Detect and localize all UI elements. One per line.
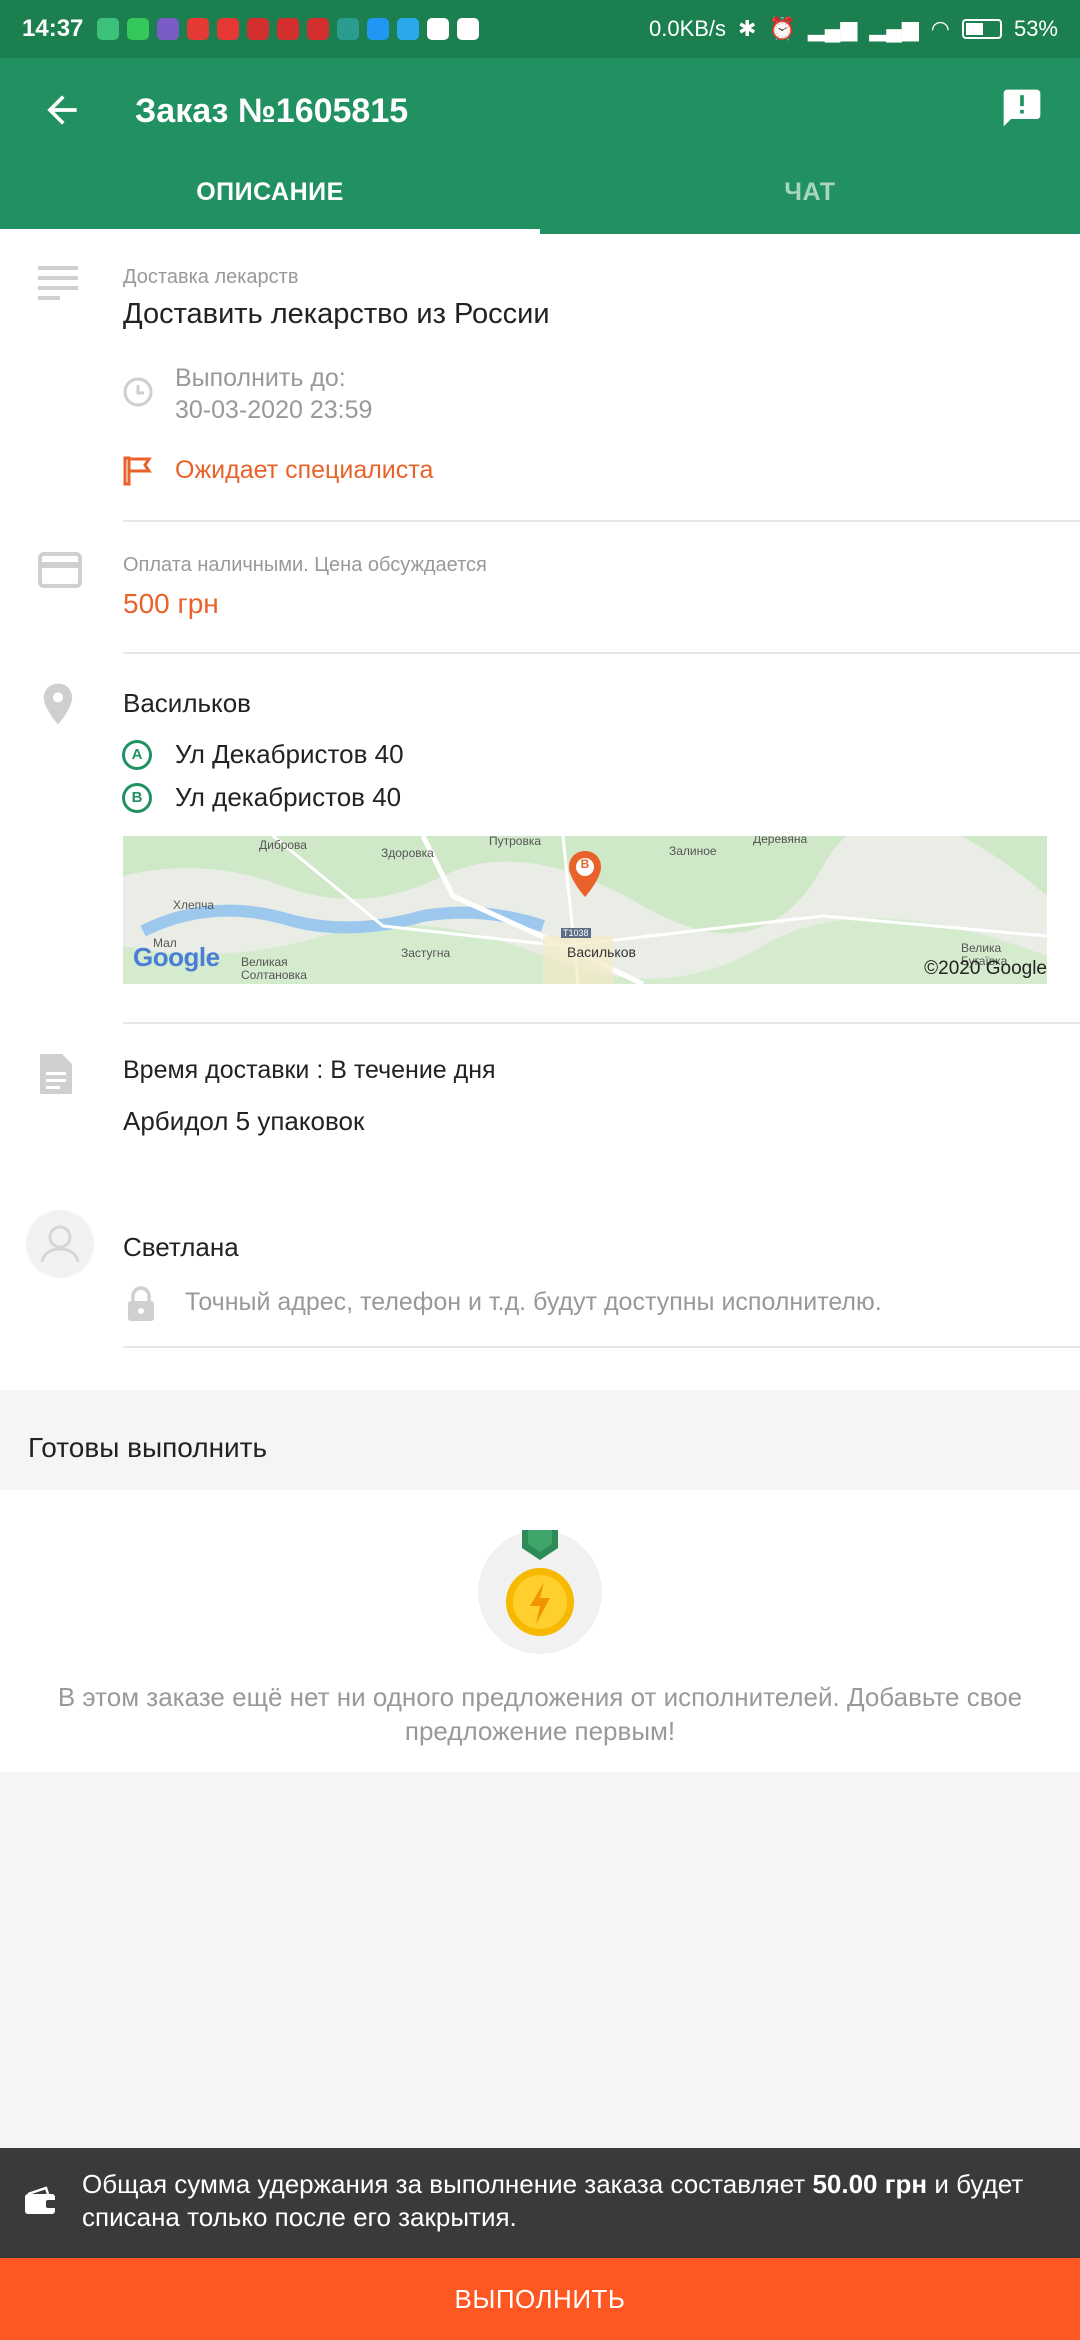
status-bar: 14:37 0.0KB/s ✱ ⏰ ▂▄▆ ▂▄▆ ◠ 53% [0, 0, 1080, 58]
status-time: 14:37 [22, 15, 84, 42]
ready-section-header: Готовы выполнить [0, 1390, 1080, 1490]
notification-icons [97, 18, 480, 40]
report-icon[interactable] [1000, 86, 1044, 130]
customer-name: Светлана [123, 1232, 239, 1262]
order-description: Арбидол 5 упаковок [123, 1106, 365, 1136]
flag-status-icon [123, 456, 152, 486]
back-arrow-icon[interactable] [40, 88, 84, 132]
empty-offers-message: В этом заказе ещё нет ни одного предложе… [57, 1682, 1023, 1746]
point-a-address: Ул Декабристов 40 [175, 739, 404, 769]
battery-icon [961, 19, 1002, 39]
hold-notice-text: Общая сумма удержания за выполнение зака… [82, 2168, 1062, 2234]
tab-bar: ОПИСАНИЕ ЧАТ [0, 158, 1080, 234]
location-pin-icon [43, 683, 73, 725]
map-place-label: Застугна [401, 946, 451, 960]
clock-icon [123, 377, 153, 407]
description-lines-icon [38, 266, 78, 300]
medal-icon [478, 1530, 602, 1654]
offers-empty-state: В этом заказе ещё нет ни одного предложе… [0, 1490, 1080, 1772]
cloud-notification-icon [367, 18, 390, 40]
pinterest-notification-icon [307, 18, 330, 40]
map-place-label: Здоровка [381, 846, 434, 860]
order-city: Васильков [123, 688, 251, 718]
lock-icon [128, 1286, 154, 1321]
telegram-notification-icon [397, 18, 420, 40]
tab-chat[interactable]: ЧАТ [540, 158, 1080, 234]
network-speed: 0.0KB/s [648, 16, 727, 41]
youtube-notification-icon [217, 18, 240, 40]
deadline-label: Выполнить до: [175, 364, 346, 392]
order-details-card: Доставка лекарств Доставить лекарство из… [0, 234, 1080, 1390]
route-map[interactable]: Диброва Здоровка Путровка Залиноe Деревя… [123, 836, 1047, 984]
private-info-note: Точный адрес, телефон и т.д. будут досту… [185, 1288, 882, 1316]
app-bar: Заказ №1605815 ОПИСАНИЕ ЧАТ [0, 58, 1080, 234]
divider [123, 520, 1080, 522]
point-b-address: Ул декабристов 40 [175, 782, 402, 812]
credit-card-icon [38, 552, 82, 588]
deadline-value: 30-03-2020 23:59 [175, 396, 373, 424]
pinterest-notification-icon [277, 18, 300, 40]
app-notification-icon [427, 18, 450, 40]
app-notification-icon [337, 18, 360, 40]
ready-section-title: Готовы выполнить [28, 1432, 268, 1463]
map-place-label: Деревяна [753, 836, 808, 846]
hold-notice-bar: Общая сумма удержания за выполнение зака… [0, 2148, 1080, 2258]
alarm-icon: ⏰ [768, 16, 796, 41]
document-icon [40, 1054, 72, 1094]
order-price: 500 грн [123, 588, 219, 619]
hold-text-before: Общая сумма удержания за выполнение зака… [82, 2169, 813, 2199]
wallet-icon [25, 2186, 56, 2214]
order-category: Доставка лекарств [123, 266, 299, 288]
signal-icon: ▂▄▆ [807, 16, 858, 41]
viber-notification-icon [157, 18, 180, 40]
avatar [26, 1210, 94, 1278]
map-place-label: Великая Солтановка [241, 955, 307, 982]
map-road-label: T1038 [561, 928, 591, 938]
youtube-notification-icon [187, 18, 210, 40]
payment-label: Оплата наличными. Цена обсуждается [123, 554, 487, 576]
tab-description[interactable]: ОПИСАНИЕ [0, 158, 540, 234]
divider [123, 1346, 1080, 1348]
phone-notification-icon [127, 18, 150, 40]
pinterest-notification-icon [247, 18, 270, 40]
divider [123, 1022, 1080, 1024]
battery-percent: 53% [1013, 16, 1058, 41]
map-pin-label: B [580, 857, 590, 871]
hold-amount: 50.00 грн [812, 2169, 928, 2199]
delivery-time: Время доставки : В течение дня [123, 1056, 496, 1084]
page-title: Заказ №1605815 [135, 92, 409, 130]
app-notification-icon [457, 18, 480, 40]
map-copyright: ©2020 Google [924, 958, 1047, 979]
map-place-label: Диброва [259, 838, 307, 852]
app-notification-icon [97, 18, 120, 40]
divider [123, 652, 1080, 654]
bluetooth-icon: ✱ [738, 16, 757, 41]
map-place-label: Васильков [567, 944, 636, 960]
wifi-icon: ◠ [930, 16, 950, 41]
order-status: Ожидает специалиста [175, 456, 434, 484]
map-place-label: Залиноe [669, 844, 717, 858]
point-a-badge: A [122, 740, 152, 770]
signal-icon: ▂▄▆ [869, 16, 919, 41]
fulfill-button[interactable]: ВЫПОЛНИТЬ [0, 2258, 1080, 2340]
map-place-label: Хлепча [173, 898, 215, 912]
map-place-label: Путровка [489, 836, 542, 848]
google-logo: Google [133, 942, 220, 972]
point-b-badge: B [122, 783, 152, 813]
order-title: Доставить лекарство из России [123, 298, 550, 330]
